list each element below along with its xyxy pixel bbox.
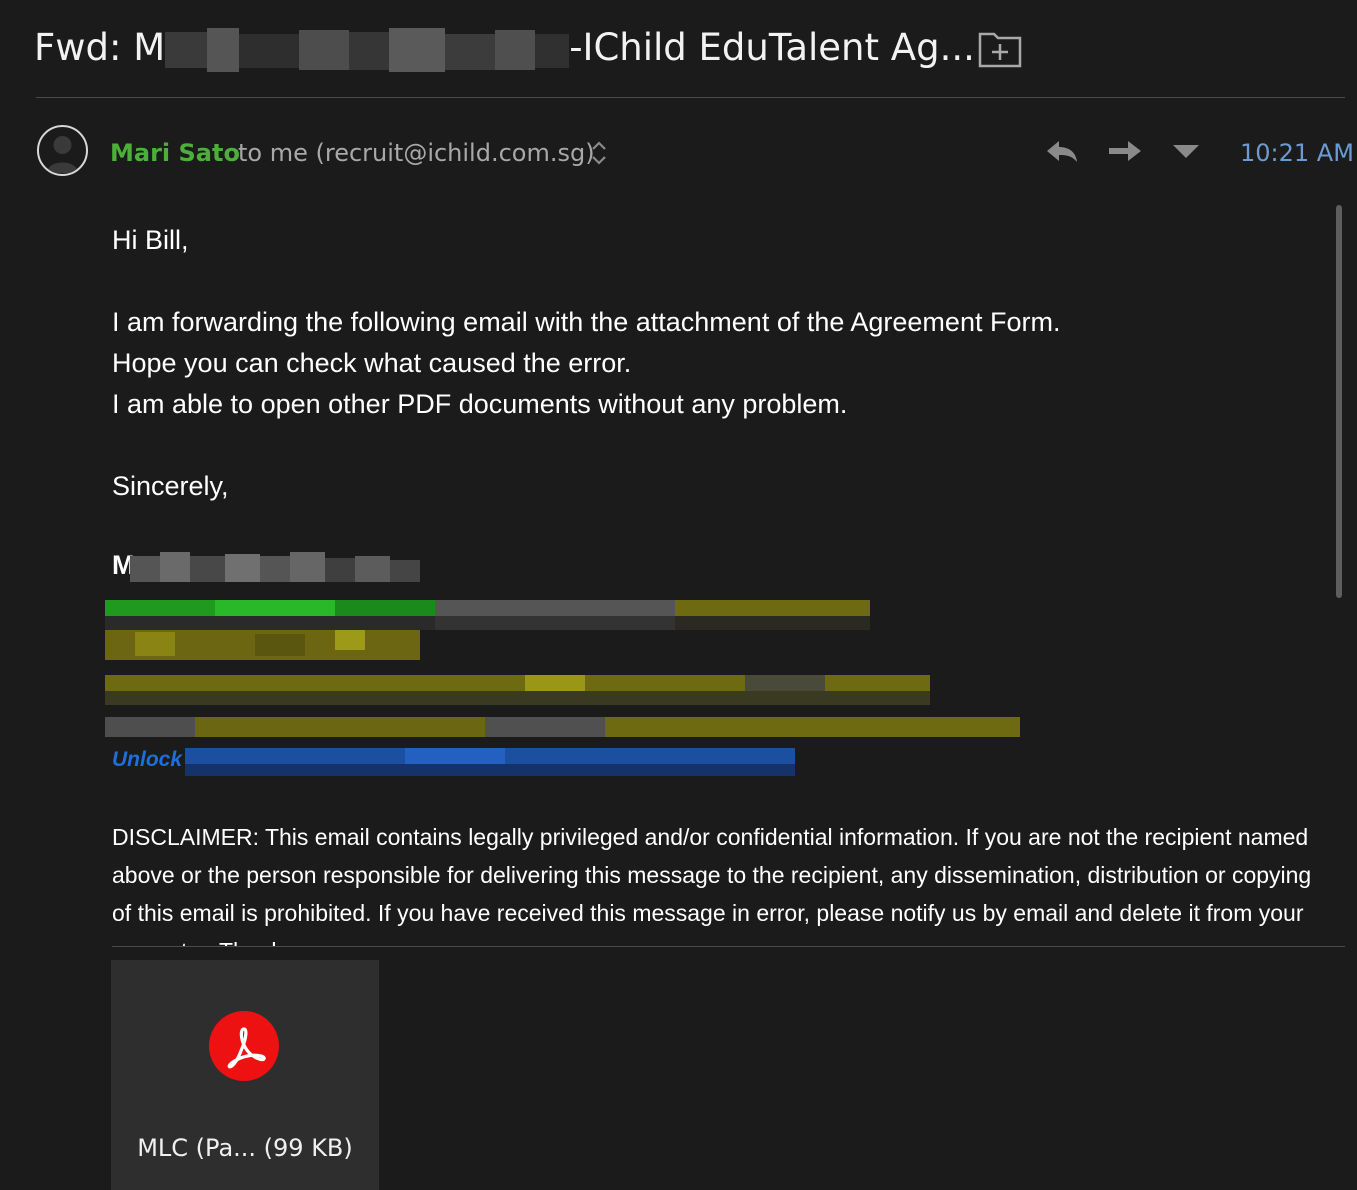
- scrollbar[interactable]: [1336, 205, 1342, 598]
- signature-redaction-line2: [105, 630, 420, 660]
- subject-prefix: Fwd: M: [34, 26, 166, 69]
- chevron-down-icon[interactable]: [1170, 134, 1202, 168]
- body-line: I am able to open other PDF documents wi…: [112, 389, 848, 419]
- signature-redaction-line4: [105, 717, 1020, 737]
- attachment-tile[interactable]: MLC (Pa... (99 KB): [111, 960, 379, 1190]
- signature-redaction-line1: [105, 600, 870, 630]
- subject-bar: Fwd: M -IChild EduTalent Ag...: [0, 0, 1357, 98]
- body-line: Hope you can check what caused the error…: [112, 348, 632, 378]
- disclaimer-text: DISCLAIMER: This email contains legally …: [112, 824, 1312, 946]
- closing: Sincerely,: [112, 471, 229, 501]
- subject-divider: [36, 97, 1345, 98]
- sender-name[interactable]: Mari Sato: [110, 137, 240, 169]
- greeting: Hi Bill,: [112, 225, 189, 255]
- signature-redaction-name: [130, 552, 420, 584]
- expand-collapse-icon[interactable]: [590, 138, 608, 168]
- signature-link-text[interactable]: Unlock: [112, 748, 182, 772]
- message-time: 10:21 AM: [1240, 139, 1354, 167]
- signature-redaction-line3: [105, 675, 930, 705]
- forward-icon[interactable]: [1106, 134, 1144, 168]
- signature-link-redaction[interactable]: Unlock: [105, 748, 795, 776]
- body-line: I am forwarding the following email with…: [112, 307, 1061, 337]
- new-folder-icon[interactable]: [976, 26, 1024, 70]
- recipient-line: to me (recruit@ichild.com.sg): [238, 139, 595, 167]
- attachments-divider: [112, 946, 1345, 947]
- avatar: [37, 125, 88, 176]
- subject-suffix: -IChild EduTalent Ag...: [569, 26, 975, 69]
- reply-icon[interactable]: [1043, 134, 1081, 168]
- message-body: Hi Bill, I am forwarding the following e…: [112, 220, 1327, 507]
- pdf-icon: [209, 1011, 279, 1081]
- attachment-label: MLC (Pa... (99 KB): [137, 1134, 353, 1162]
- subject-redaction: [165, 27, 570, 72]
- email-subject: Fwd: M -IChild EduTalent Ag...: [34, 22, 975, 74]
- message-header: Mari Sato to me (recruit@ichild.com.sg) …: [0, 120, 1357, 184]
